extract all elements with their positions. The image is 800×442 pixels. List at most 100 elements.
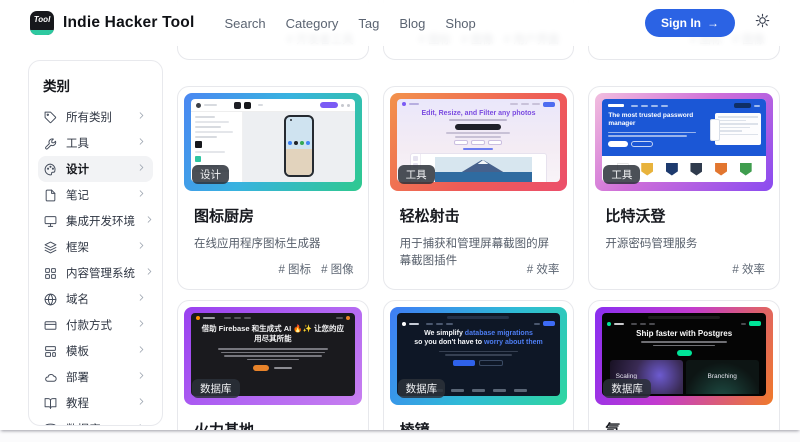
monitor-icon bbox=[44, 215, 57, 227]
sidebar-item-databases[interactable]: 数据库 bbox=[38, 416, 153, 425]
tool-card-body: 图标厨房 在线应用程序图标生成器 bbox=[184, 191, 362, 253]
wrench-icon bbox=[45, 137, 57, 150]
chevron-right-icon bbox=[136, 342, 147, 360]
bitwarden-heading: The most trusted password manager bbox=[608, 112, 694, 128]
tool-description: 开源密码管理服务 bbox=[605, 238, 698, 250]
category-badge: 工具 bbox=[397, 165, 435, 184]
chevron-right-icon bbox=[144, 212, 155, 230]
credit-card-icon bbox=[44, 320, 57, 330]
header-right: Sign In → bbox=[645, 9, 770, 37]
sign-in-button[interactable]: Sign In → bbox=[645, 9, 735, 37]
tool-card-body: 比特沃登 开源密码管理服务 bbox=[595, 191, 773, 253]
sidebar-item-label: 笔记 bbox=[66, 190, 89, 202]
tool-preview-image: Edit, Resize, and Filter any photos 工具 bbox=[389, 93, 568, 191]
chevron-right-icon bbox=[136, 368, 147, 386]
cards-row-1: 设计 图标厨房 在线应用程序图标生成器 # 图标 # 图像 Edit, Resi… bbox=[177, 86, 780, 290]
tool-tag[interactable]: # 图像 bbox=[321, 261, 354, 277]
palette-icon bbox=[44, 163, 56, 175]
sidebar-item-deploy[interactable]: 部署 bbox=[38, 364, 153, 390]
sidebar-item-label: 所有类别 bbox=[66, 112, 112, 124]
nav-shop[interactable]: Shop bbox=[445, 16, 475, 31]
brand-title: Indie Hacker Tool bbox=[63, 14, 195, 31]
sidebar-item-label: 设计 bbox=[66, 164, 89, 176]
sidebar-item-domains[interactable]: 域名 bbox=[38, 286, 153, 312]
cloud-icon bbox=[45, 373, 57, 382]
tool-tag[interactable]: # 效率 bbox=[732, 261, 765, 277]
tool-preview-image: We simplify database migrations so you d… bbox=[389, 307, 568, 405]
tool-title: 棱镜 bbox=[400, 419, 558, 430]
nav-category[interactable]: Category bbox=[286, 16, 339, 31]
tag-icon bbox=[44, 111, 57, 123]
category-badge: 数据库 bbox=[397, 379, 446, 398]
chevron-right-icon bbox=[136, 108, 147, 126]
header: Tool Indie Hacker Tool Search Category T… bbox=[0, 0, 800, 46]
sidebar-item-all-categories[interactable]: 所有类别 bbox=[38, 104, 153, 130]
sidebar-item-tutorials[interactable]: 教程 bbox=[38, 390, 153, 416]
tool-tags: # 效率 bbox=[732, 261, 765, 277]
chevron-right-icon bbox=[136, 238, 147, 256]
tool-title: 火力基地 bbox=[194, 419, 352, 430]
sidebar-item-tools[interactable]: 工具 bbox=[38, 130, 153, 156]
globe-icon bbox=[44, 293, 57, 305]
category-badge: 设计 bbox=[192, 165, 229, 184]
sidebar-item-design[interactable]: 设计 bbox=[38, 156, 153, 182]
tool-card-body: 轻松射击 用于捕获和管理屏幕截图的屏幕截图插件 bbox=[390, 191, 568, 269]
tool-grid: # 开发者工具 # 图标 # 图像 # 用户界面 # 图标 # 图像 bbox=[177, 0, 780, 430]
sidebar-item-label: 模板 bbox=[66, 346, 89, 358]
sidebar-item-notes[interactable]: 笔记 bbox=[38, 182, 153, 208]
tool-tags: # 图标 # 图像 bbox=[278, 261, 353, 277]
nav-tag[interactable]: Tag bbox=[358, 16, 379, 31]
migrations-heading: We simplify database migrations so you d… bbox=[414, 330, 543, 347]
sidebar-item-label: 内容管理系统 bbox=[66, 268, 135, 280]
tool-preview-image: The most trusted password manager 工具 bbox=[595, 93, 773, 191]
tool-card-prisma[interactable]: We simplify database migrations so you d… bbox=[382, 300, 575, 430]
sidebar-title: 类别 bbox=[43, 79, 70, 94]
database-icon bbox=[45, 423, 56, 425]
tool-tag[interactable]: # 图标 bbox=[278, 261, 311, 277]
tool-card-firebase[interactable]: 借助 Firebase 和生成式 AI 🔥✨ 让您的应用尽其所能 数据库 火力基… bbox=[177, 300, 369, 430]
tool-card-easyshot[interactable]: Edit, Resize, and Filter any photos 工具 轻… bbox=[382, 86, 575, 290]
sidebar-item-frameworks[interactable]: 框架 bbox=[38, 234, 153, 260]
category-badge: 工具 bbox=[603, 165, 641, 184]
category-badge: 数据库 bbox=[603, 379, 651, 398]
book-icon bbox=[44, 397, 57, 409]
tool-card-body: 火力基地 bbox=[184, 405, 362, 430]
sun-icon bbox=[755, 13, 770, 28]
firebase-heading: 借助 Firebase 和生成式 AI 🔥✨ 让您的应用尽其所能 bbox=[201, 324, 345, 344]
sidebar-item-label: 域名 bbox=[66, 294, 89, 306]
sidebar-item-ide[interactable]: 集成开发环境 bbox=[38, 208, 153, 234]
tool-title: 比特沃登 bbox=[605, 208, 666, 225]
sidebar-item-label: 工具 bbox=[66, 138, 89, 150]
sidebar-item-templates[interactable]: 模板 bbox=[38, 338, 153, 364]
tool-tag[interactable]: # 效率 bbox=[527, 261, 560, 277]
tool-card-neon[interactable]: Ship faster with Postgres Scaling Branch… bbox=[588, 300, 780, 430]
tool-card-body: 棱镜 bbox=[390, 405, 568, 430]
grid-icon bbox=[45, 267, 56, 279]
sidebar-item-payments[interactable]: 付款方式 bbox=[38, 312, 153, 338]
category-sidebar: 类别 所有类别 工具 设计 笔记 集成开发环境 框架 内容管理系统 域名 付款方… bbox=[28, 60, 163, 426]
page: Tool Indie Hacker Tool Search Category T… bbox=[0, 0, 800, 430]
chevron-right-icon bbox=[144, 264, 155, 282]
tool-card-bitwarden[interactable]: The most trusted password manager 工具 比特沃… bbox=[588, 86, 780, 290]
arrow-right-icon: → bbox=[707, 16, 719, 30]
neon-heading: Ship faster with Postgres bbox=[636, 329, 733, 338]
nav-search[interactable]: Search bbox=[224, 16, 265, 31]
sidebar-item-label: 部署 bbox=[66, 372, 89, 384]
app-logo[interactable]: Tool bbox=[30, 11, 54, 35]
chevron-right-icon bbox=[136, 186, 147, 204]
tool-preview-image: 借助 Firebase 和生成式 AI 🔥✨ 让您的应用尽其所能 数据库 bbox=[184, 307, 362, 405]
app-logo-text: Tool bbox=[33, 15, 51, 24]
easyshot-heading: Edit, Resize, and Filter any photos bbox=[421, 110, 536, 117]
nav-blog[interactable]: Blog bbox=[399, 16, 425, 31]
tool-card-icon-kitchen[interactable]: 设计 图标厨房 在线应用程序图标生成器 # 图标 # 图像 bbox=[177, 86, 369, 290]
tool-tags: # 效率 bbox=[527, 261, 560, 277]
sign-in-label: Sign In bbox=[661, 16, 701, 30]
layers-icon bbox=[44, 241, 57, 253]
sidebar-item-label: 教程 bbox=[66, 398, 89, 410]
chevron-right-icon bbox=[136, 394, 147, 412]
sidebar-item-cms[interactable]: 内容管理系统 bbox=[38, 260, 153, 286]
tool-preview-image: 设计 bbox=[184, 93, 362, 191]
neon-branching-tile: Branching bbox=[685, 360, 759, 394]
theme-toggle[interactable] bbox=[755, 13, 770, 33]
app-logo-green-strip bbox=[30, 30, 54, 35]
